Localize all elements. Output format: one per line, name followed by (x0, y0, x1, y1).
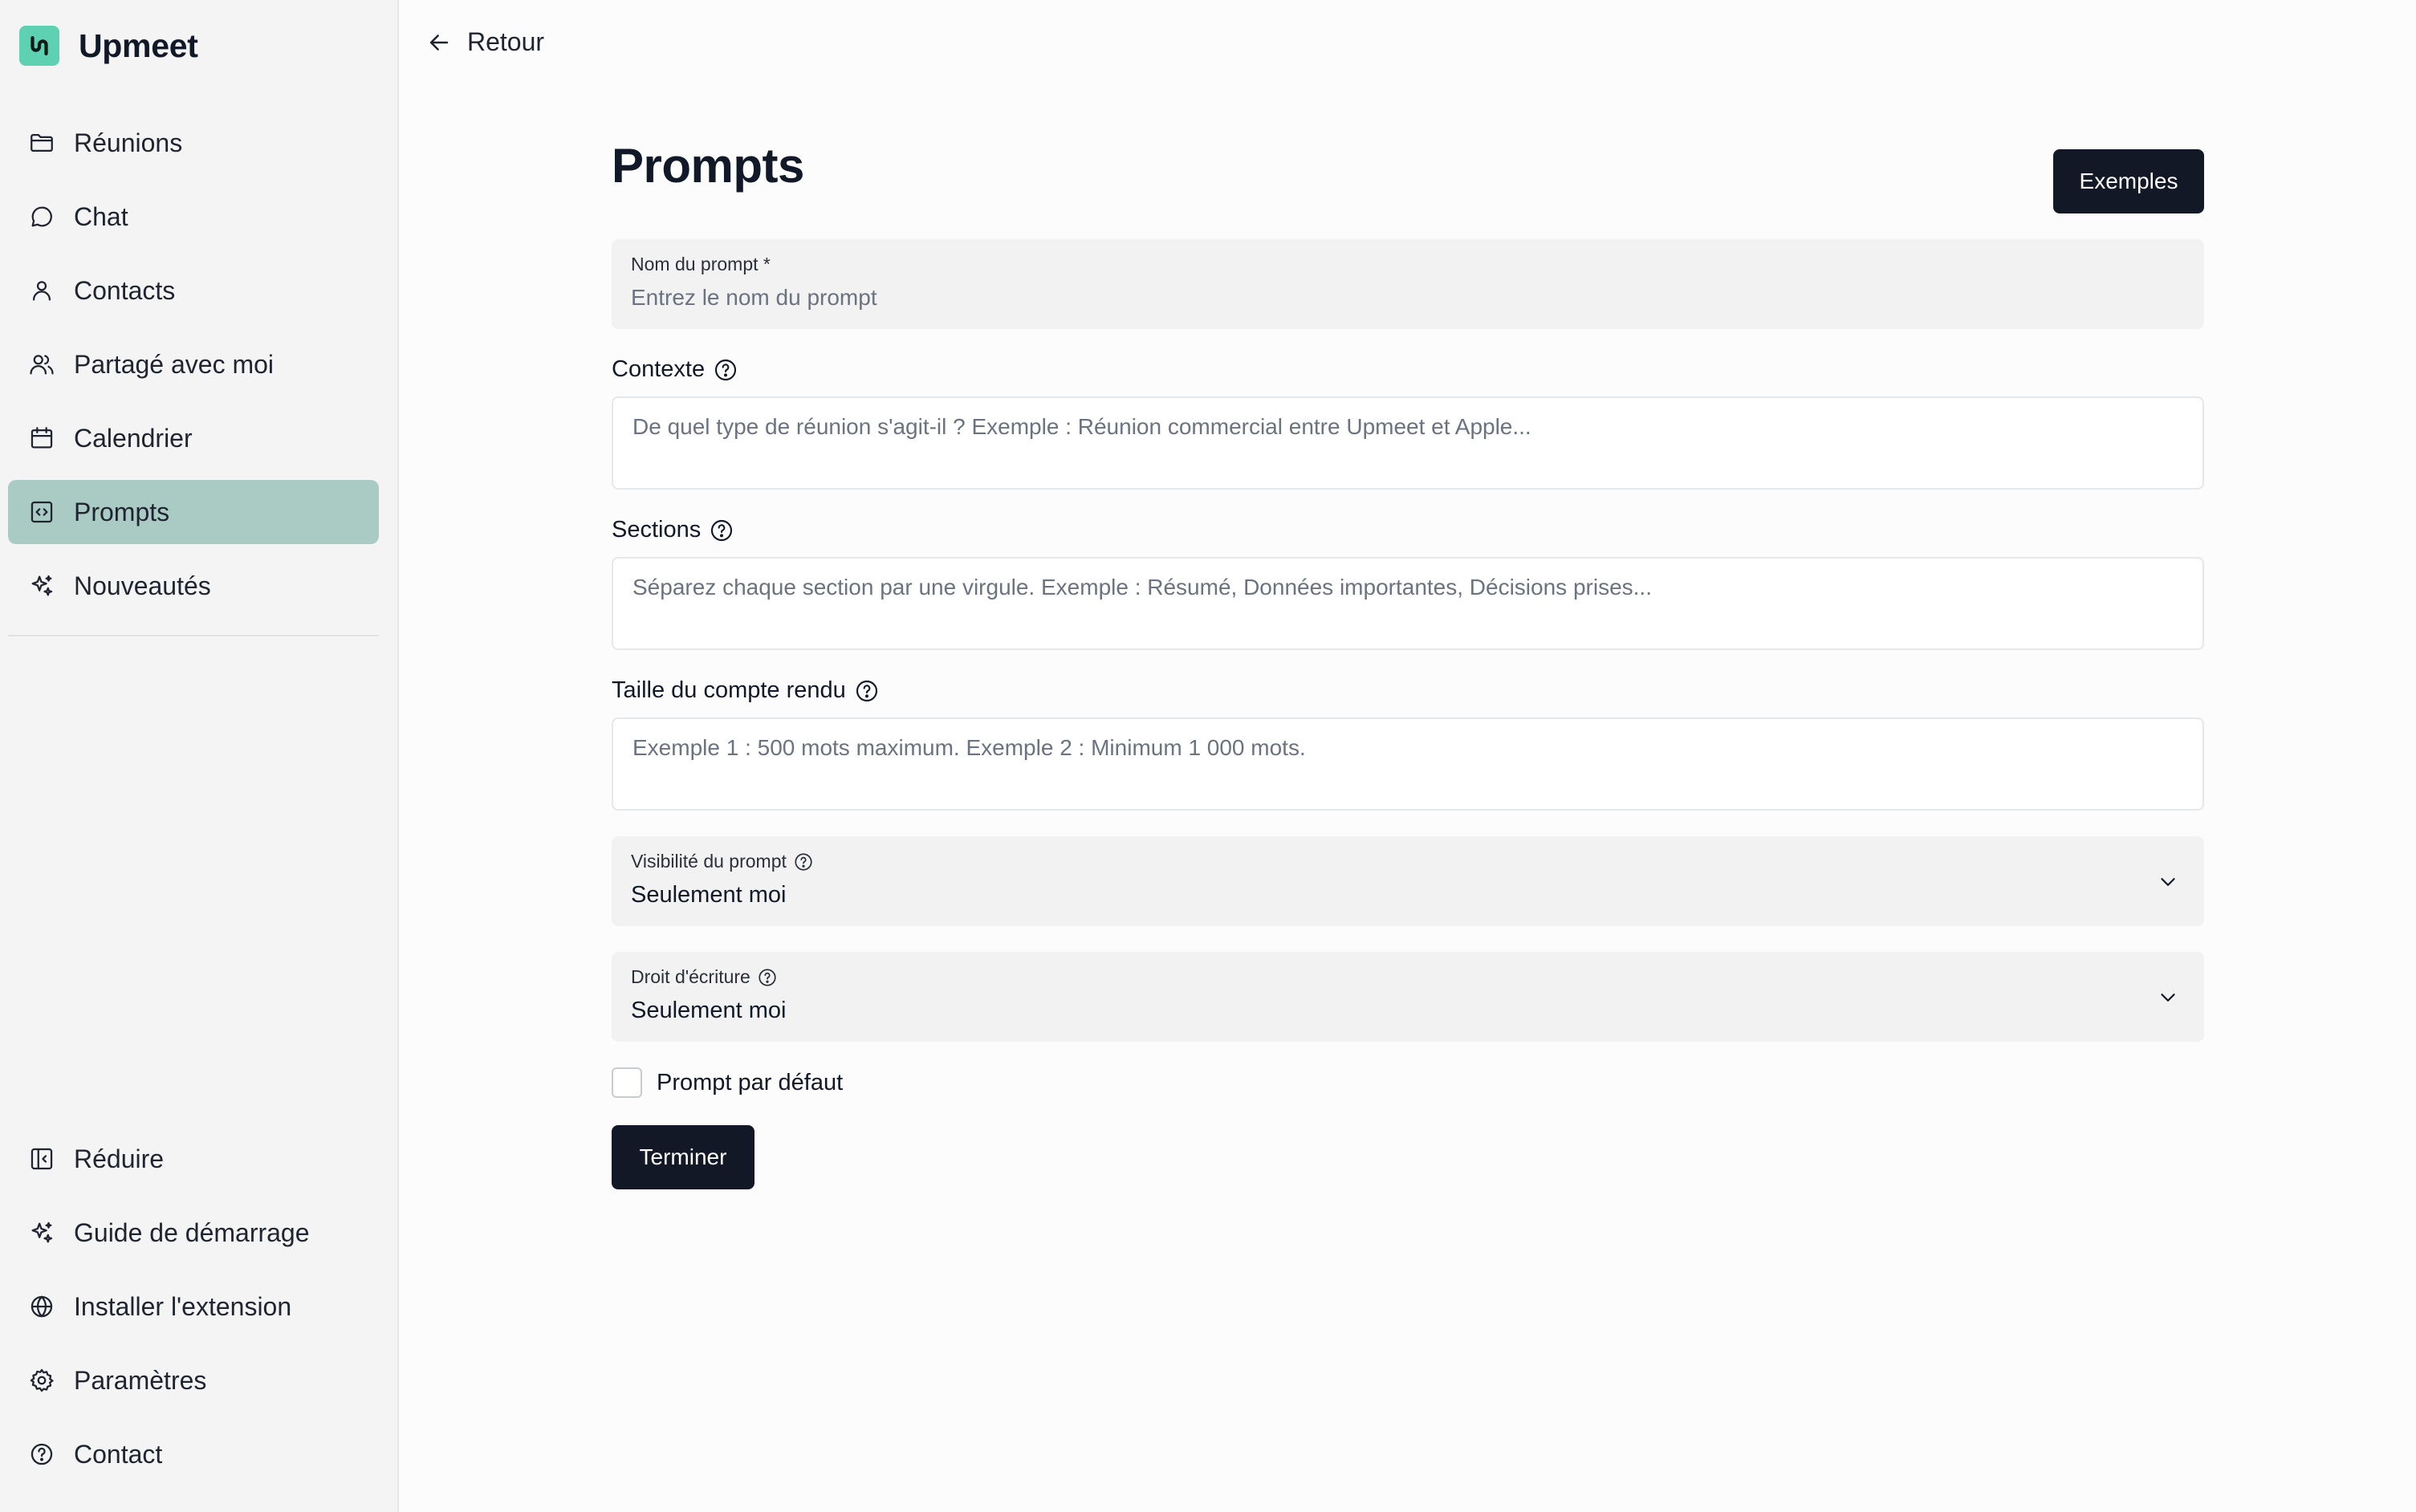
arrow-left-icon (429, 34, 449, 51)
sidebar: Upmeet Réunions Chat Contacts Partagé av… (0, 0, 399, 1512)
user-icon (27, 276, 56, 305)
sidebar-item-contacts[interactable]: Contacts (8, 258, 379, 323)
sidebar-item-label: Calendrier (74, 423, 193, 453)
sidebar-item-label: Réduire (74, 1144, 165, 1173)
default-prompt-row[interactable]: Prompt par défaut (612, 1067, 843, 1098)
sidebar-item-label: Guide de démarrage (74, 1217, 310, 1247)
chevron-down-icon (2156, 870, 2180, 894)
context-textarea[interactable]: De quel type de réunion s'agit-il ? Exem… (612, 396, 2204, 490)
help-circle-icon[interactable] (713, 357, 738, 383)
sections-label: Sections (612, 517, 702, 543)
sidebar-item-nouveautes[interactable]: Nouveautés (8, 554, 379, 618)
page-title: Prompts (612, 139, 804, 193)
size-label: Taille du compte rendu (612, 677, 846, 703)
finish-button[interactable]: Terminer (612, 1125, 754, 1189)
sidebar-item-label: Prompts (74, 497, 170, 526)
gear-icon (27, 1366, 56, 1395)
sidebar-item-label: Chat (74, 201, 128, 231)
sidebar-item-label: Installer l'extension (74, 1291, 292, 1321)
folder-icon (27, 128, 56, 157)
help-circle-icon (27, 1440, 56, 1469)
sidebar-bottom-nav: Réduire Guide de démarrage Installer l'e… (8, 1127, 379, 1496)
sparkles-icon (27, 1218, 56, 1247)
brand-name: Upmeet (79, 26, 198, 64)
sections-label-row: Sections (612, 517, 734, 543)
sidebar-item-label: Réunions (74, 128, 183, 157)
sidebar-item-contact[interactable]: Contact (8, 1422, 379, 1486)
default-prompt-checkbox[interactable] (612, 1067, 642, 1098)
visibility-label-row: Visibilité du prompt (631, 851, 2185, 872)
sidebar-nav: Réunions Chat Contacts Partagé avec moi … (8, 111, 379, 628)
write-access-label: Droit d'écriture (631, 966, 750, 987)
size-label-row: Taille du compte rendu (612, 677, 880, 704)
visibility-value: Seulement moi (631, 882, 787, 908)
chat-bubble-icon (27, 202, 56, 231)
sparkles-icon (27, 571, 56, 600)
context-label-row: Contexte (612, 356, 738, 383)
chevron-down-icon (2156, 986, 2180, 1010)
help-circle-icon[interactable] (793, 852, 814, 872)
back-label: Retour (467, 27, 545, 56)
sidebar-item-label: Nouveautés (74, 571, 211, 600)
examples-button[interactable]: Exemples (2053, 149, 2204, 213)
write-access-select[interactable]: Droit d'écriture Seulement moi (612, 952, 2204, 1042)
upmeet-logo-icon (19, 26, 59, 66)
prompt-name-input[interactable]: Entrez le nom du prompt (631, 285, 2185, 311)
sidebar-item-guide[interactable]: Guide de démarrage (8, 1201, 379, 1265)
users-icon (27, 350, 56, 379)
write-access-value: Seulement moi (631, 998, 787, 1023)
sidebar-item-calendrier[interactable]: Calendrier (8, 406, 379, 470)
sidebar-item-chat[interactable]: Chat (8, 185, 379, 249)
help-circle-icon[interactable] (709, 518, 734, 543)
sidebar-item-label: Paramètres (74, 1365, 207, 1395)
sidebar-item-partage[interactable]: Partagé avec moi (8, 332, 379, 396)
collapse-panel-icon (27, 1144, 56, 1173)
brand[interactable]: Upmeet (19, 26, 198, 66)
sidebar-item-label: Partagé avec moi (74, 349, 275, 379)
help-circle-icon[interactable] (757, 967, 778, 988)
sidebar-item-reduire[interactable]: Réduire (8, 1127, 379, 1191)
visibility-select[interactable]: Visibilité du prompt Seulement moi (612, 836, 2204, 926)
visibility-label: Visibilité du prompt (631, 851, 787, 872)
default-prompt-label: Prompt par défaut (657, 1069, 844, 1095)
sidebar-item-extension[interactable]: Installer l'extension (8, 1274, 379, 1339)
sidebar-item-label: Contacts (74, 275, 176, 305)
size-textarea[interactable]: Exemple 1 : 500 mots maximum. Exemple 2 … (612, 717, 2204, 811)
sidebar-divider (8, 635, 379, 636)
sidebar-item-parametres[interactable]: Paramètres (8, 1348, 379, 1412)
calendar-icon (27, 424, 56, 453)
sidebar-item-label: Contact (74, 1439, 163, 1469)
globe-icon (27, 1292, 56, 1321)
prompt-name-label: Nom du prompt * (631, 254, 771, 274)
sidebar-item-prompts[interactable]: Prompts (8, 480, 379, 544)
prompt-name-field[interactable]: Nom du prompt * Entrez le nom du prompt (612, 239, 2204, 329)
sidebar-item-reunions[interactable]: Réunions (8, 111, 379, 175)
context-label: Contexte (612, 356, 706, 382)
help-circle-icon[interactable] (854, 678, 880, 704)
back-link[interactable]: Retour (425, 27, 544, 57)
write-access-label-row: Droit d'écriture (631, 966, 2185, 988)
prompt-code-icon (27, 498, 56, 526)
sections-textarea[interactable]: Séparez chaque section par une virgule. … (612, 557, 2204, 650)
